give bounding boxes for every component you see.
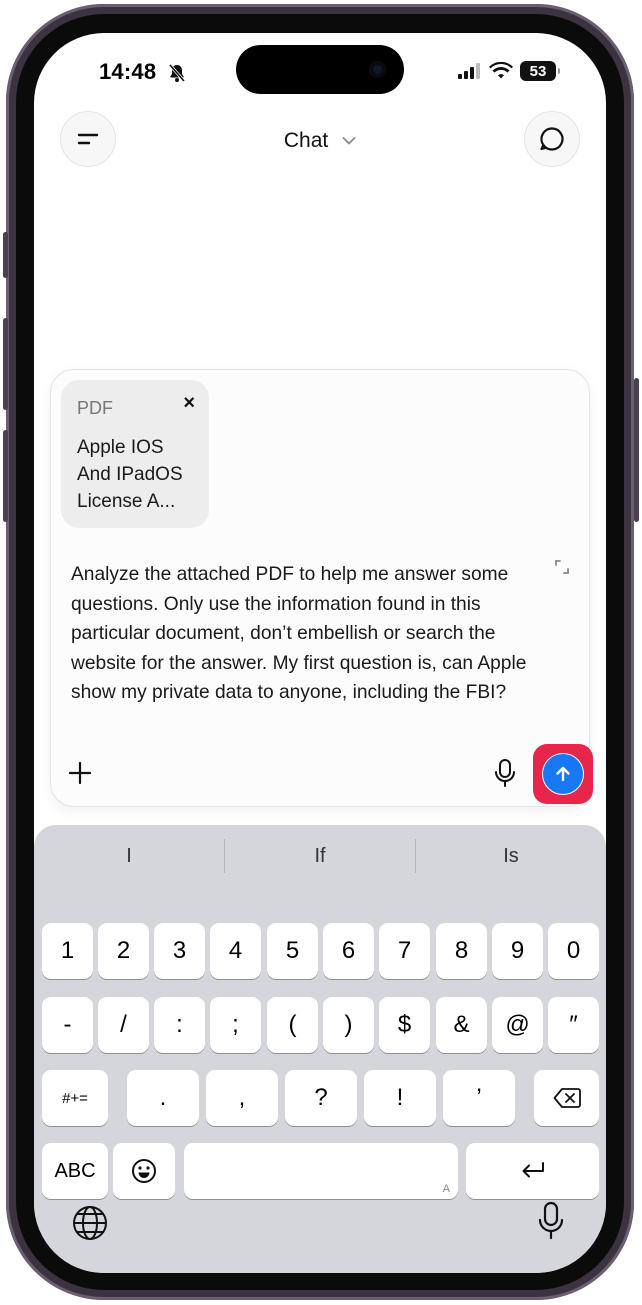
- arrow-up-icon: [556, 766, 570, 782]
- volume-down-button: [3, 430, 8, 522]
- backspace-icon: [553, 1088, 581, 1108]
- key[interactable]: !: [364, 1070, 436, 1126]
- return-icon: [522, 1162, 544, 1178]
- key[interactable]: ,: [206, 1070, 278, 1126]
- suggestion-1[interactable]: I: [34, 845, 224, 868]
- suggestion-3[interactable]: Is: [416, 845, 606, 868]
- battery-level: 53: [529, 62, 547, 80]
- key[interactable]: -: [42, 997, 93, 1053]
- key[interactable]: &: [436, 997, 487, 1053]
- page-title: Chat: [283, 129, 329, 152]
- attachment-card[interactable]: PDF × Apple IOS And IPadOS License A...: [61, 380, 209, 528]
- chevron-down-icon: [342, 137, 356, 146]
- abc-key[interactable]: ABC: [42, 1143, 108, 1199]
- new-chat-icon: [540, 127, 564, 151]
- dictation-mic-icon[interactable]: [538, 1201, 564, 1246]
- key[interactable]: ): [323, 997, 374, 1053]
- suggestion-2[interactable]: If: [225, 845, 415, 868]
- message-input[interactable]: Analyze the attached PDF to help me answ…: [71, 560, 541, 708]
- key[interactable]: ’: [443, 1070, 515, 1126]
- key[interactable]: 7: [379, 923, 430, 979]
- key[interactable]: 4: [210, 923, 261, 979]
- attachment-type: PDF: [77, 398, 113, 418]
- key[interactable]: ″: [548, 997, 599, 1053]
- emoji-icon: [132, 1159, 156, 1183]
- key[interactable]: 1: [42, 923, 93, 979]
- key[interactable]: 9: [492, 923, 543, 979]
- emoji-key[interactable]: [113, 1143, 175, 1199]
- key[interactable]: ;: [210, 997, 261, 1053]
- key[interactable]: 5: [267, 923, 318, 979]
- voice-input-button[interactable]: [493, 758, 517, 793]
- add-attachment-button[interactable]: [67, 760, 93, 786]
- key[interactable]: $: [379, 997, 430, 1053]
- key[interactable]: 2: [98, 923, 149, 979]
- key[interactable]: @: [492, 997, 543, 1053]
- send-button-highlight: [533, 744, 593, 804]
- wifi-icon: [489, 62, 513, 79]
- screen: 14:48 53 Chat PDF × Apple IOS And IPadOS…: [34, 33, 606, 1273]
- return-key[interactable]: [466, 1143, 599, 1199]
- key[interactable]: 6: [323, 923, 374, 979]
- attachment-name: Apple IOS And IPadOS License A...: [77, 437, 183, 512]
- delete-key[interactable]: [534, 1070, 599, 1126]
- key[interactable]: (: [267, 997, 318, 1053]
- key[interactable]: 0: [548, 923, 599, 979]
- dynamic-island: [236, 45, 404, 94]
- key[interactable]: /: [98, 997, 149, 1053]
- model-selector[interactable]: Chat: [34, 129, 606, 153]
- action-button: [3, 232, 8, 278]
- status-time: 14:48: [99, 59, 157, 84]
- remove-attachment-button[interactable]: ×: [183, 392, 195, 415]
- microphone-icon: [495, 759, 515, 787]
- expand-icon[interactable]: [553, 558, 571, 581]
- keyboard: I If Is 1 2 3 4 5 6 7 8 9 0 - / : ; ( ) …: [34, 825, 606, 1273]
- key[interactable]: ?: [285, 1070, 357, 1126]
- new-chat-button[interactable]: [524, 111, 580, 167]
- signal-icon: [458, 63, 480, 79]
- battery-icon: 53: [520, 61, 560, 81]
- symbols-key[interactable]: #+=: [42, 1070, 108, 1126]
- space-key[interactable]: A: [184, 1143, 458, 1199]
- space-hint: A: [442, 1183, 450, 1195]
- power-button: [634, 378, 639, 522]
- bell-slash-icon: [167, 63, 187, 88]
- globe-icon[interactable]: [72, 1205, 108, 1246]
- status-icons: 53: [458, 61, 560, 81]
- message-composer: PDF × Apple IOS And IPadOS License A... …: [50, 369, 593, 807]
- key[interactable]: 8: [436, 923, 487, 979]
- key[interactable]: 3: [154, 923, 205, 979]
- key[interactable]: .: [127, 1070, 199, 1126]
- volume-up-button: [3, 318, 8, 410]
- plus-icon: [68, 761, 92, 785]
- suggestion-bar: I If Is: [34, 825, 606, 887]
- key[interactable]: :: [154, 997, 205, 1053]
- send-button[interactable]: [542, 753, 584, 795]
- front-camera: [369, 61, 386, 78]
